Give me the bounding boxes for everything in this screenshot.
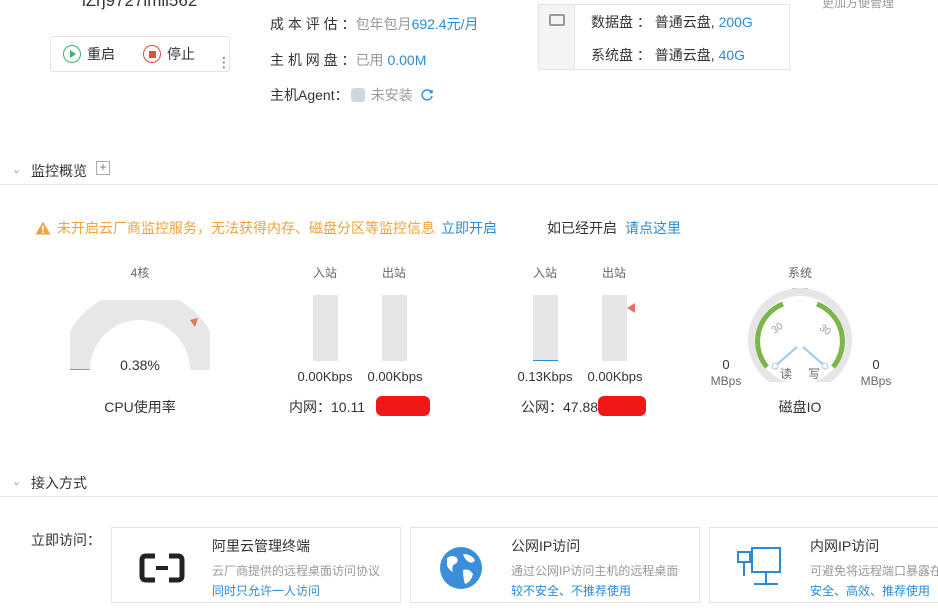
play-icon [63,45,81,63]
diskio-gauge: 30 30 读 写 [748,288,852,382]
restart-button[interactable]: 重启 [63,37,115,71]
stop-label: 停止 [167,46,195,62]
diskio-write-needle [802,346,826,367]
expand-plus-icon[interactable]: + [96,161,110,175]
network-prefix: 已用 [355,52,384,68]
card-note: 安全、高效、推荐使用 [810,584,931,598]
cost-value: 692.4元/月 [411,16,479,32]
access-card-intranet-ip[interactable]: 内网IP访问 可避免将远程端口暴露在 安全、高效、推荐使用 [709,527,938,603]
enable-monitor-link[interactable]: 立即开启 [441,220,497,236]
manage-link[interactable]: 更加方便管理 [822,0,894,11]
refresh-icon[interactable] [420,88,434,102]
data-disk-size: 200G [718,14,753,30]
alert-text: 未开启云厂商监控服务，无法获得内存、磁盘分区等监控信息 [57,220,435,236]
card-title: 阿里云管理终端 [212,538,310,554]
intranet-out-value: 0.00Kbps [367,369,423,384]
diskio-left-value: 0 [722,357,730,372]
cost-prefix: 包年包月 [355,16,412,32]
public-out-bar [602,295,627,361]
card-desc: 通过公网IP访问主机的远程桌面 [511,564,679,578]
network-value: 0.00M [387,52,427,68]
monitor-section-title: 监控概览 [31,163,87,179]
system-disk-row: 系统盘 ： 普通云盘, 40G [591,45,745,65]
data-disk-type: 普通云盘, [654,14,715,30]
diskio-write-label: 写 [808,367,820,381]
restart-label: 重启 [87,46,115,62]
card-title: 公网IP访问 [511,538,581,554]
access-card-public-ip[interactable]: 公网IP访问 通过公网IP访问主机的远程桌面 较不安全、不推荐使用 [410,527,700,603]
network-icon [737,547,781,585]
power-actions: 重启 停止 ⋮ [50,36,231,72]
public-in-label: 入站 [532,266,557,280]
already-enabled-hint: 如已经开启 请点这里 [547,218,681,238]
public-in-bar-fill [533,359,558,361]
card-title: 内网IP访问 [810,538,880,554]
cost-label: 成 本 评 估 ： [270,16,356,32]
diskio-read-label: 读 [780,367,792,381]
aliyun-terminal-icon [139,553,185,583]
system-disk-size: 40G [718,47,746,63]
diskio-needle-tip [771,362,779,370]
card-note: 较不安全、不推荐使用 [511,584,632,598]
access-section-title: 接入方式 [31,475,87,491]
diskio-scale-left: 30 [770,321,786,337]
diskio-left-unit: MBps [710,374,742,388]
public-in-bar [533,295,558,361]
stop-button[interactable]: 停止 [143,37,195,71]
monitor-alert: 未开启云厂商监控服务，无法获得内存、磁盘分区等监控信息 立即开启 [35,218,497,238]
diskio-outer-ring [748,288,852,382]
network-label: 主 机 网 盘 ： [270,52,356,68]
public-out-label: 出站 [601,266,626,280]
disk-panel-sidebar [539,5,575,69]
public-out-marker-icon [627,303,635,313]
agent-value: 未安装 [370,87,413,103]
chevron-down-icon[interactable]: ⌄ [12,163,21,176]
network-disk-row: 主 机 网 盘 ：已用 0.00M [270,50,426,70]
diskio-right-unit: MBps [860,374,892,388]
chevron-down-icon[interactable]: ⌄ [12,475,21,488]
hard-drive-icon [549,14,565,26]
diskio-title: 磁盘IO [778,399,822,415]
intranet-out-bar [382,295,407,361]
access-label: 立即访问： [31,532,101,548]
agent-icon [350,88,365,102]
cpu-percent: 0.38% [120,357,160,373]
diskio-scale-right: 30 [817,323,833,339]
public-out-value: 0.00Kbps [587,369,643,384]
diskio-right-value: 0 [872,357,880,372]
cpu-cores-label: 4核 [130,266,150,280]
access-card-aliyun[interactable]: 阿里云管理终端 云厂商提供的远程桌面访问协议 同时只允许一人访问 [111,527,401,603]
card-desc: 可避免将远程端口暴露在 [810,564,938,578]
access-section-header[interactable]: ⌄ 接入方式 [0,467,938,497]
already-enabled-text: 如已经开启 [547,220,617,236]
system-disk-type: 普通云盘, [654,47,715,63]
intranet-in-bar [313,295,338,361]
click-here-link[interactable]: 请点这里 [625,220,681,236]
instance-id: iZrj9727imli562 [82,0,198,10]
card-note: 同时只允许一人访问 [212,584,321,598]
intranet-in-value: 0.00Kbps [297,369,353,384]
intranet-out-label: 出站 [381,266,406,280]
system-disk-label: 系统盘 ： [591,47,651,63]
redaction-mark [598,396,646,416]
redaction-mark [376,396,430,416]
data-disk-row: 数据盘 ： 普通云盘, 200G [591,12,753,32]
diskio-needle-tip [821,362,829,370]
diskio-system-label: 系统 [787,266,812,280]
cpu-title: CPU使用率 [104,399,176,415]
intranet-in-label: 入站 [312,266,337,280]
warning-icon [35,221,51,235]
data-disk-label: 数据盘 ： [591,14,651,30]
agent-label: 主机Agent： [270,87,349,103]
globe-icon [440,547,482,589]
monitor-section-header[interactable]: ⌄ 监控概览 + [0,155,938,185]
card-desc: 云厂商提供的远程桌面访问协议 [212,564,381,578]
disk-info-panel: 数据盘 ： 普通云盘, 200G 系统盘 ： 普通云盘, 40G [538,4,790,70]
more-menu-icon[interactable]: ⋮ [217,45,231,79]
diskio-read-needle [774,346,798,367]
agent-row: 主机Agent： 未安装 [270,85,434,105]
public-in-value: 0.13Kbps [517,369,573,384]
cost-row: 成 本 评 估 ：包年包月692.4元/月 [270,14,479,34]
stop-icon [143,45,161,63]
